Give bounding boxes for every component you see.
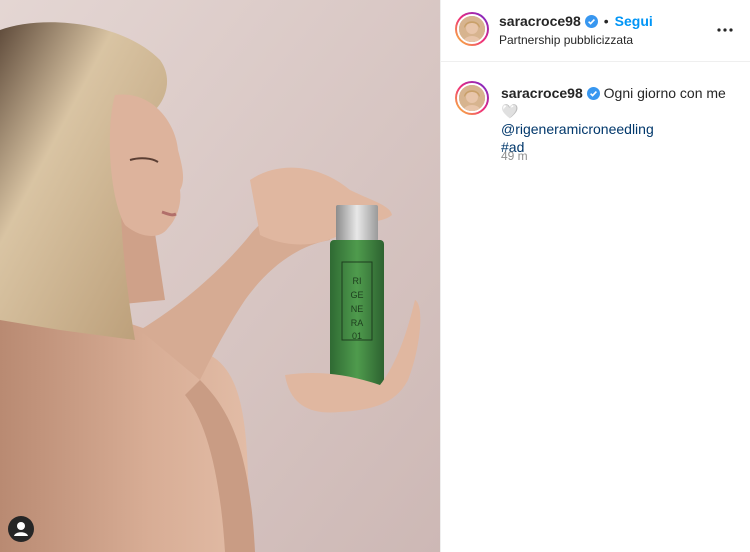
verified-badge-icon (586, 87, 600, 100)
post-header: saracroce98 • Segui Partnership pubblicizz… (441, 0, 750, 62)
caption-username[interactable]: saracroce98 (501, 85, 583, 101)
follow-button[interactable]: Segui (615, 13, 653, 29)
username[interactable]: saracroce98 (499, 13, 581, 29)
post-sidebar: saracroce98 • Segui Partnership pubblicizz… (440, 0, 750, 552)
post-photo[interactable]: RI GE NE RA 01 (0, 0, 440, 552)
svg-text:RI: RI (353, 276, 362, 286)
separator-dot: • (603, 13, 609, 29)
more-horizontal-icon (717, 28, 733, 32)
svg-text:GE: GE (350, 290, 363, 300)
verified-badge-icon (584, 15, 598, 28)
svg-text:RA: RA (351, 318, 364, 328)
svg-text:NE: NE (351, 304, 364, 314)
post-caption: saracroce98 Ogni giorno con me🤍 @rigener… (501, 84, 737, 156)
avatar[interactable] (455, 12, 489, 46)
svg-text:01: 01 (352, 331, 362, 341)
sponsor-line[interactable]: Partnership pubblicizzata (499, 33, 633, 47)
user-icon (14, 522, 28, 536)
photo-illustration: RI GE NE RA 01 (0, 0, 440, 552)
mention-link[interactable]: @rigeneramicroneedling (501, 121, 654, 137)
bottle-cap (336, 205, 378, 241)
avatar-image (459, 85, 485, 111)
tagged-users-button[interactable] (8, 516, 34, 542)
post-time[interactable]: 49 m (501, 149, 528, 163)
more-options-button[interactable] (715, 22, 735, 38)
avatar-image (459, 16, 485, 42)
caption-avatar[interactable] (455, 81, 489, 115)
